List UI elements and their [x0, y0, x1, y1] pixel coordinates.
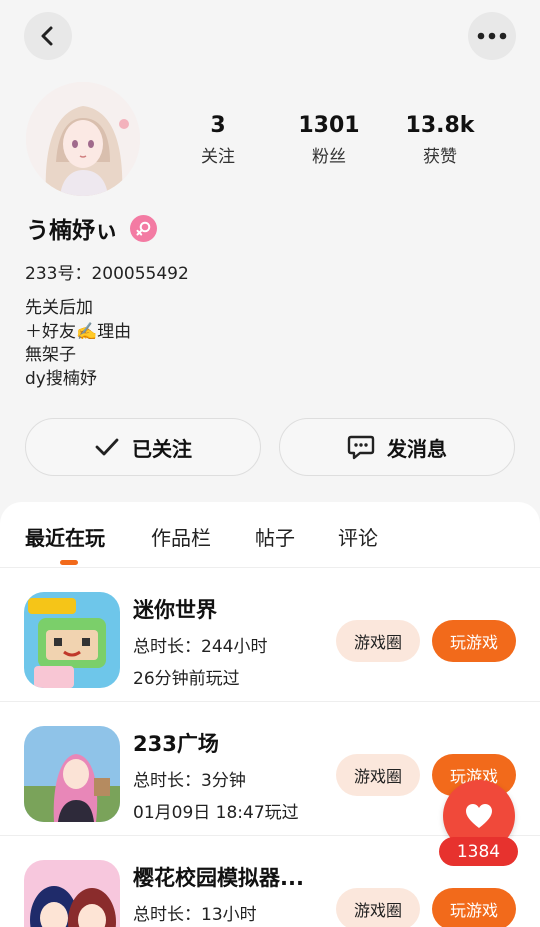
bio-line: dy搜楠妤 — [25, 368, 97, 389]
game-name: 樱花校园模拟器... — [133, 866, 304, 890]
game-playtime: 总时长：13小时 — [133, 905, 257, 925]
stat-value: 1301 — [298, 113, 360, 138]
back-button[interactable] — [24, 12, 72, 60]
game-name: 233广场 — [133, 732, 219, 756]
game-last-played: 26分钟前玩过 — [133, 669, 240, 689]
female-icon — [130, 214, 157, 242]
tab-indicator — [60, 560, 78, 565]
bio-line: 無架子 — [25, 345, 76, 365]
chevron-left-icon — [41, 26, 53, 46]
play-game-button[interactable]: 玩游戏 — [432, 620, 516, 662]
message-label: 发消息 — [387, 436, 447, 461]
bio: 先关后加 ＋好友✍️理由 無架子 dy搜楠妤 — [25, 297, 131, 391]
game-icon-233-plaza — [24, 726, 120, 822]
bio-line: ＋好友✍️理由 — [25, 321, 132, 342]
like-count: 1384 — [439, 837, 518, 866]
check-icon — [95, 438, 119, 456]
game-playtime: 总时长：3分钟 — [133, 771, 246, 791]
ellipsis-icon — [477, 32, 507, 40]
message-button[interactable]: 发消息 — [279, 418, 515, 476]
nickname: う楠妤ぃ — [26, 218, 118, 244]
game-name: 迷你世界 — [133, 598, 217, 622]
stat-following[interactable]: 3 关注 — [163, 112, 273, 174]
more-button[interactable] — [468, 12, 516, 60]
avatar-illustration — [26, 82, 140, 196]
chat-bubble-icon — [347, 435, 375, 460]
stat-likes[interactable]: 13.8k 获赞 — [385, 112, 495, 174]
bio-line: 先关后加 — [25, 298, 93, 318]
play-game-button[interactable]: 玩游戏 — [432, 888, 516, 927]
nickname-row: う楠妤ぃ — [26, 210, 157, 246]
game-icon-sakura-school — [24, 860, 120, 927]
stat-label: 粉丝 — [312, 147, 346, 167]
game-circle-button[interactable]: 游戏圈 — [336, 888, 420, 927]
followed-button[interactable]: 已关注 — [25, 418, 261, 476]
avatar[interactable] — [26, 82, 140, 196]
game-row[interactable]: 迷你世界 总时长：244小时 26分钟前玩过 游戏圈 玩游戏 — [0, 568, 540, 702]
game-circle-button[interactable]: 游戏圈 — [336, 620, 420, 662]
tab-bar: 最近在玩 作品栏 帖子 评论 — [0, 502, 540, 568]
game-last-played: 01月09日 18:47玩过 — [133, 803, 299, 823]
stat-value: 13.8k — [405, 113, 475, 138]
tab-posts[interactable]: 帖子 — [255, 522, 295, 551]
heart-icon — [466, 804, 492, 828]
game-playtime: 总时长：244小时 — [133, 637, 268, 657]
stat-fans[interactable]: 1301 粉丝 — [274, 112, 384, 174]
tab-works[interactable]: 作品栏 — [151, 522, 211, 551]
followed-label: 已关注 — [132, 436, 192, 461]
stat-label: 获赞 — [423, 147, 457, 167]
game-icon-mini-world — [24, 592, 120, 688]
tab-recently-played[interactable]: 最近在玩 — [25, 522, 105, 551]
game-circle-button[interactable]: 游戏圈 — [336, 754, 420, 796]
user-id: 233号：200055492 — [25, 264, 189, 284]
tab-comments[interactable]: 评论 — [338, 522, 378, 551]
stat-label: 关注 — [201, 147, 235, 167]
stat-value: 3 — [210, 113, 226, 138]
